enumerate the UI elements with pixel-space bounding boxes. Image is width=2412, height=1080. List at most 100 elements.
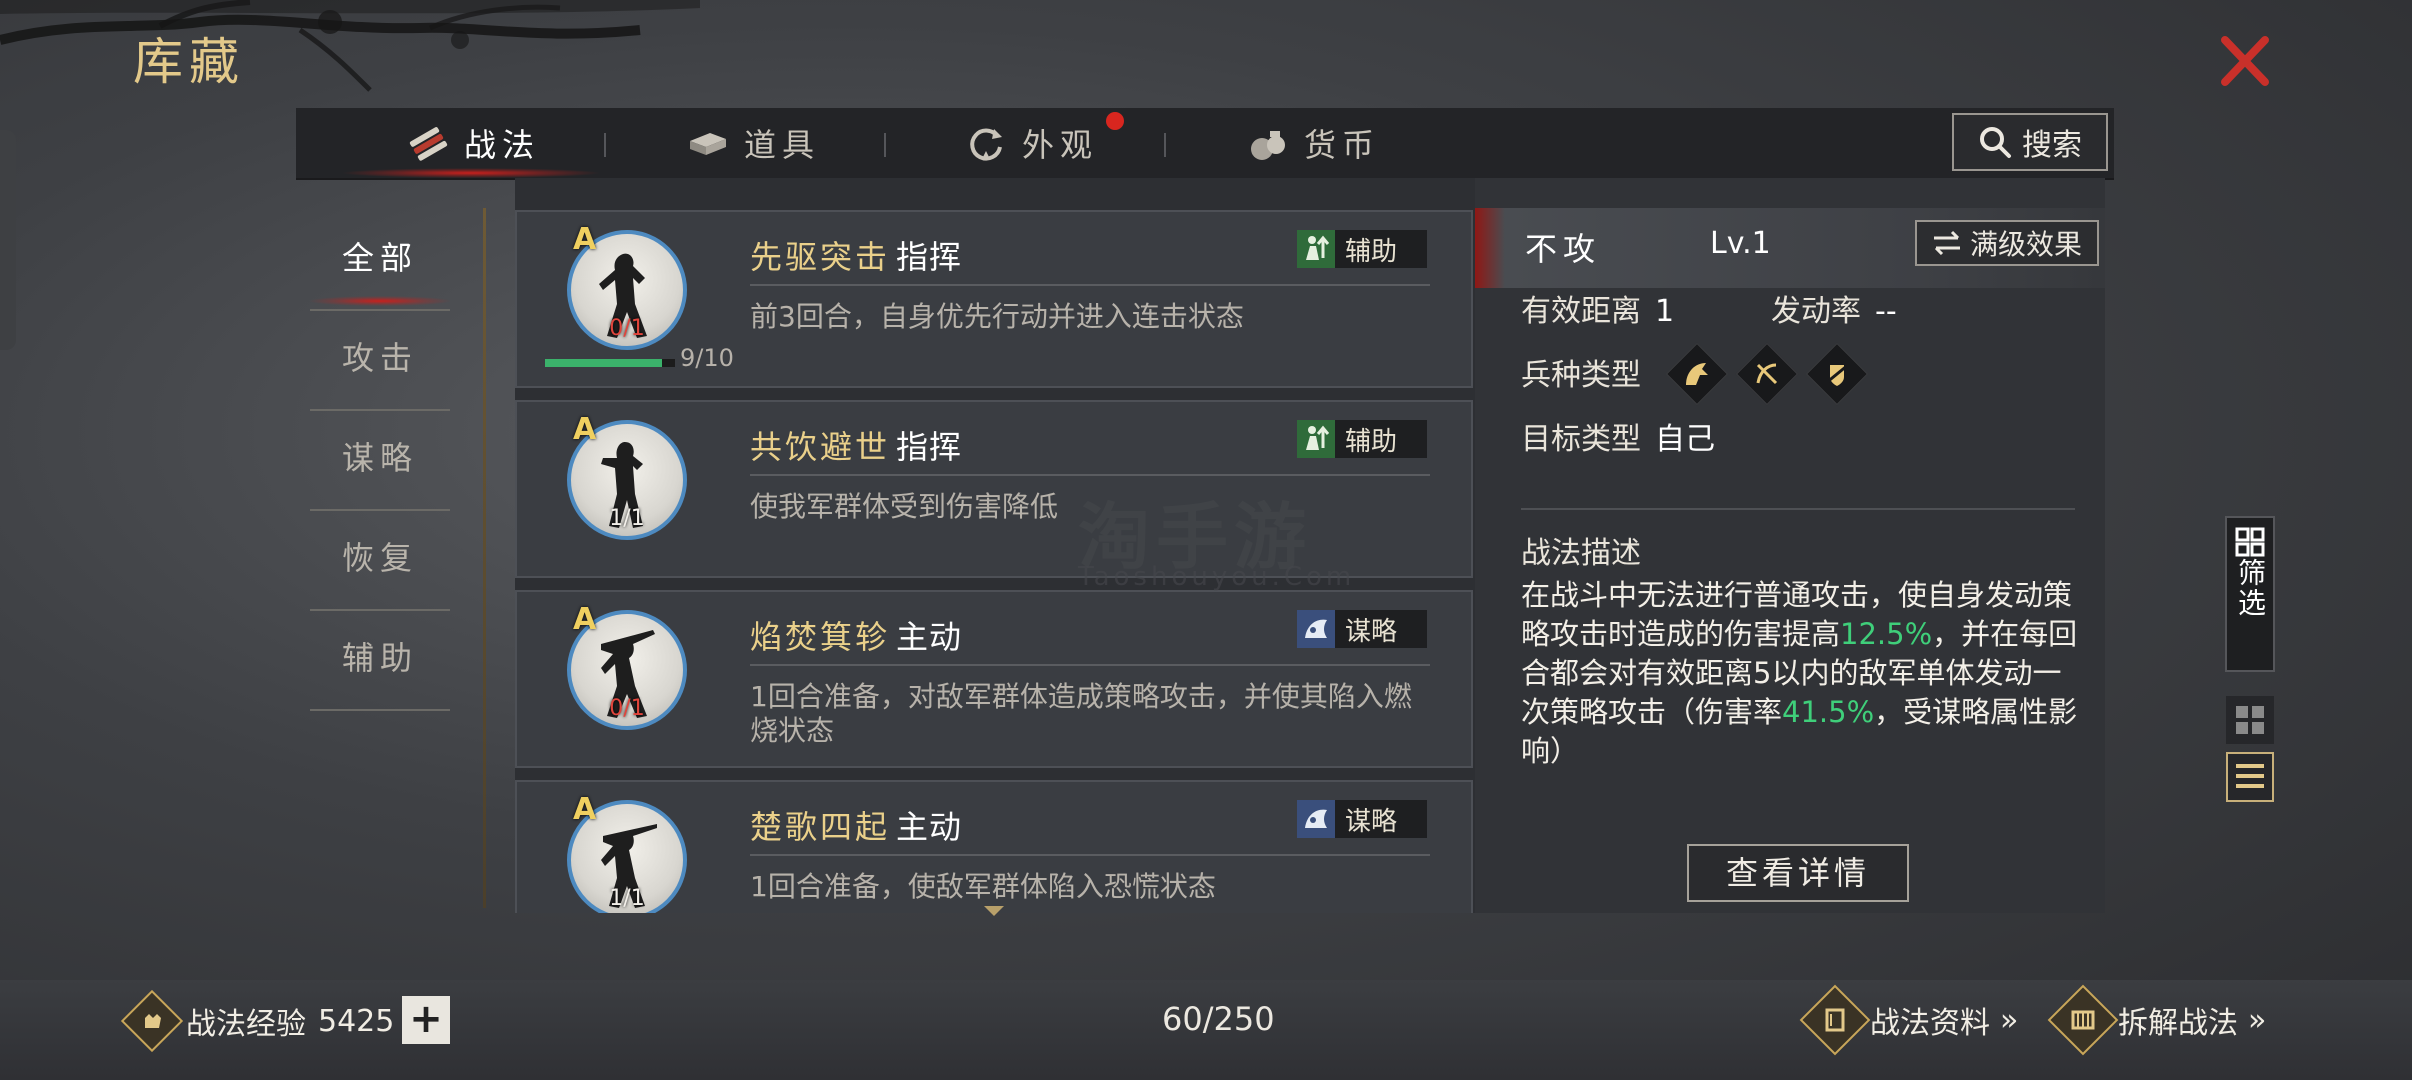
scroll-down-indicator [984,906,1004,916]
skill-name-text: 先驱突击 [750,238,891,276]
chevron-right-icon: » [2248,1002,2267,1038]
skill-name: 楚歌四起 主动 [750,802,962,848]
tab-appearance[interactable]: 外观 [964,108,1124,178]
side-drawer-handle[interactable] [0,130,16,350]
side-item-all[interactable]: 全部 [310,210,450,306]
support-icon [1297,420,1335,458]
tab-items[interactable]: 道具 [686,108,820,178]
skill-card[interactable]: 0/1 A 焰焚箕轸 主动 谋略 1回合准备，对敌军群体造成策略攻击，并使其陷入燃… [515,590,1473,768]
skill-info-link[interactable]: 战法资料 » [1799,984,2019,1056]
skill-card[interactable]: 0/1 A 先驱突击 指挥 辅助 前3回合，自身优先行动并进入连击状态 9/10 [515,210,1473,388]
shield-infantry-icon [1805,342,1869,406]
skill-name-text: 楚歌四起 [750,808,891,846]
filter-label: 筛选 [2234,558,2267,618]
skill-category-label: 谋略 [1345,616,1398,647]
skill-exp-label: 战法经验 [186,1007,306,1042]
skill-category-badge: 谋略 [1297,800,1427,838]
skill-progress-text: 9/10 [680,344,734,372]
unit-type-row: 兵种类型 [1521,350,1641,394]
skill-detail-panel: 不攻 Lv.1 满级效果 有效距离 1 发动率 -- 兵种类型 目标类型 自己 战法描… [1475,178,2105,913]
skill-list[interactable]: 0/1 A 先驱突击 指挥 辅助 前3回合，自身优先行动并进入连击状态 9/10 … [515,178,1475,913]
tab-label: 货币 [1304,126,1381,164]
filter-button[interactable]: 筛选 [2225,516,2275,672]
card-divider [750,284,1430,286]
target-type-value: 自己 [1655,422,1715,457]
skill-progress-bar [545,359,675,367]
detail-skill-level: Lv.1 [1710,226,1771,261]
money-bag-icon [1251,131,1285,160]
unit-type-label: 兵种类型 [1521,358,1641,393]
archer-icon [1735,342,1799,406]
tab-divider [604,133,606,157]
dismantle-skill-label: 拆解战法 [2118,1006,2238,1041]
max-level-effect-label: 满级效果 [1969,228,2082,261]
search-button-label: 搜索 [2022,128,2082,163]
skill-card[interactable]: 1/1 A 楚歌四起 主动 谋略 1回合准备，使敌军群体陷入恐慌状态 [515,780,1473,913]
notification-dot [1106,112,1124,130]
skill-name-text: 焰焚箕轸 [750,618,891,656]
header-accent [1475,208,1505,288]
skill-grade: A [573,602,597,637]
skill-info-label: 战法资料 [1870,1006,1990,1041]
nav-divider-rule [483,208,486,908]
skill-count-total: 60/250 [1162,1000,1275,1038]
detail-skill-title: 不攻 [1525,230,1602,268]
rate-label: 发动率 [1771,294,1861,329]
skill-category-label: 辅助 [1345,426,1398,457]
skill-cast-type: 指挥 [896,428,963,466]
skill-grade: A [573,412,597,447]
close-icon[interactable] [2215,30,2275,90]
scroll-icon [2047,984,2119,1056]
search-button[interactable]: 搜索 [1952,113,2108,171]
scroll-bundle-icon [409,127,448,161]
skill-cast-type: 指挥 [896,238,963,276]
tab-divider [1164,133,1166,157]
grid-filter-icon [2235,527,2265,557]
skill-category-label: 谋略 [1345,806,1398,837]
rate-value: -- [1875,294,1897,329]
book-icon [1799,984,1871,1056]
rate-row: 发动率 -- [1771,286,1897,330]
skill-description: 1回合准备，使敌军群体陷入恐慌状态 [750,870,1216,903]
side-item-strategy[interactable]: 谋略 [310,410,450,506]
max-level-effect-button[interactable]: 满级效果 [1915,220,2099,266]
box-icon [690,133,726,155]
skill-exp-display: 战法经验 5425 [120,989,394,1053]
damage-boost-value: 12.5% [1840,617,1933,651]
page-title: 库藏 [133,33,245,91]
skill-cast-type: 主动 [896,808,963,846]
skill-card[interactable]: 1/1 A 共饮避世 指挥 辅助 使我军群体受到伤害降低 [515,400,1473,578]
list-view-button[interactable] [2226,752,2274,802]
side-item-recovery[interactable]: 恢复 [310,510,450,606]
skill-name: 焰焚箕轸 主动 [750,612,962,658]
strategy-icon [1297,800,1335,838]
swap-icon [1933,230,1960,256]
view-details-button[interactable]: 查看详情 [1687,844,1909,902]
skill-category-label: 辅助 [1345,236,1398,267]
watermark-url: Taoshouyou.Com [1078,562,1356,592]
side-item-attack[interactable]: 攻击 [310,310,450,406]
card-divider [750,854,1430,856]
tab-skills[interactable]: 战法 [406,108,540,178]
chevron-right-icon: » [2000,1002,2019,1038]
skill-category-badge: 辅助 [1297,420,1427,458]
grid-view-button[interactable] [2226,696,2274,744]
skill-name: 共饮避世 指挥 [750,422,962,468]
tab-currency[interactable]: 货币 [1246,108,1380,178]
tab-label: 外观 [1022,126,1099,164]
list-view-icon [2236,764,2264,788]
card-divider [750,664,1430,666]
add-exp-button[interactable]: + [402,996,450,1044]
search-icon [1980,127,2011,158]
active-side-glow [310,296,450,306]
side-item-support[interactable]: 辅助 [310,610,450,706]
skill-count: 0/1 [609,696,645,721]
dismantle-skill-link[interactable]: 拆解战法 » [2047,984,2267,1056]
skill-name-text: 共饮避世 [750,428,891,466]
skill-description: 前3回合，自身优先行动并进入连击状态 [750,300,1244,333]
skill-grade: A [573,792,597,827]
skill-count: 0/1 [609,316,645,341]
range-row: 有效距离 1 [1521,286,1674,330]
range-value: 1 [1655,294,1675,329]
skill-cast-type: 主动 [896,618,963,656]
